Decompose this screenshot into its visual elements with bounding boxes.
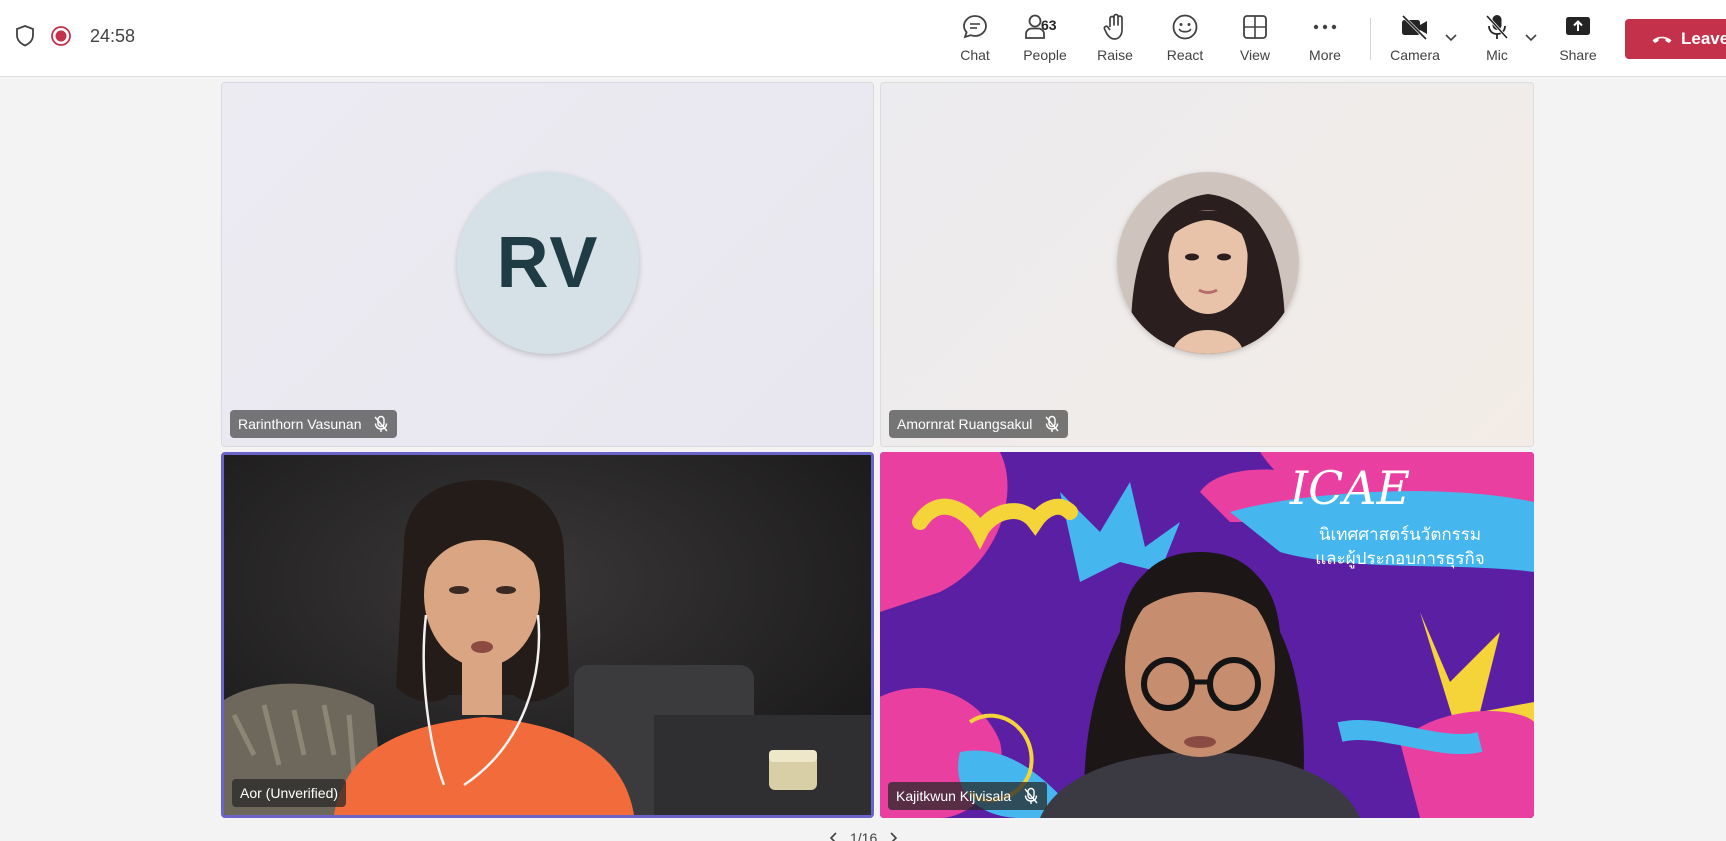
raise-hand-icon <box>1103 13 1123 40</box>
more-label: More <box>1309 47 1341 63</box>
chevron-left-icon[interactable] <box>828 831 840 841</box>
leave-button[interactable]: Leave <box>1625 19 1726 59</box>
more-button[interactable]: More <box>1295 12 1355 68</box>
mic-muted-icon <box>1045 415 1059 432</box>
camera-label: Camera <box>1390 47 1440 63</box>
react-button[interactable]: React <box>1155 12 1215 68</box>
participant-nametag: Amornrat Ruangsakul <box>889 410 1069 438</box>
meeting-status: 24:58 <box>14 24 135 48</box>
participant-name: Aor (Unverified) <box>240 785 339 801</box>
participant-video <box>224 455 871 815</box>
recording-icon <box>50 25 72 47</box>
participant-nametag: Aor (Unverified) <box>232 779 347 807</box>
phone-hangup-icon <box>1652 36 1672 43</box>
grid-view-icon <box>1243 15 1267 39</box>
participant-tile-amornrat[interactable]: Amornrat Ruangsakul <box>880 82 1534 447</box>
view-label: View <box>1239 47 1271 63</box>
participant-tile-kajitkwun[interactable]: ICAE นิเทศศาสตร์นวัตกรรม และผู้ประกอบการ… <box>880 452 1534 818</box>
background-brand: ICAE <box>1289 461 1410 515</box>
chat-label: Chat <box>960 47 990 63</box>
camera-options-chevron-icon[interactable] <box>1443 32 1459 44</box>
mic-muted-icon <box>374 415 389 432</box>
mic-label: Mic <box>1486 47 1508 63</box>
share-screen-icon <box>1566 17 1590 35</box>
mic-button[interactable]: Mic <box>1467 12 1527 68</box>
toolbar-divider <box>1370 18 1371 60</box>
leave-label: Leave <box>1681 29 1726 48</box>
participant-nametag: Rarinthorn Vasunan <box>230 410 398 438</box>
meeting-toolbar: 24:58 Chat 63 People Raise React View Mo… <box>0 0 1726 77</box>
avatar: RV <box>457 172 639 354</box>
share-button[interactable]: Share <box>1548 12 1608 68</box>
chat-button[interactable]: Chat <box>945 12 1005 68</box>
participant-name: Kajitkwun Kijvisala <box>896 788 1012 804</box>
mic-options-chevron-icon[interactable] <box>1523 32 1539 44</box>
mic-muted-icon <box>1024 787 1038 804</box>
camera-off-icon <box>1401 14 1428 40</box>
participant-nametag: Kajitkwun Kijvisala <box>888 782 1048 810</box>
avatar-initials: RV <box>496 223 600 303</box>
mic-off-icon <box>1485 14 1509 40</box>
gallery-pager: 1/16 <box>828 830 899 841</box>
react-label: React <box>1166 47 1204 63</box>
participant-video: ICAE นิเทศศาสตร์นวัตกรรม และผู้ประกอบการ… <box>880 452 1534 818</box>
pager-label: 1/16 <box>850 830 878 841</box>
more-icon <box>1313 24 1337 30</box>
smiley-icon <box>1172 14 1198 40</box>
people-label: People <box>1023 47 1067 63</box>
participant-tile-aor-active-speaker[interactable]: Aor (Unverified) <box>221 452 874 818</box>
shield-icon[interactable] <box>14 24 36 48</box>
chat-icon <box>963 15 987 39</box>
participant-name: Amornrat Ruangsakul <box>897 416 1033 432</box>
people-button[interactable]: 63 People <box>1015 12 1075 68</box>
raise-hand-button[interactable]: Raise <box>1085 12 1145 68</box>
view-button[interactable]: View <box>1225 12 1285 68</box>
background-line1: นิเทศศาสตร์นวัตกรรม <box>1319 525 1481 545</box>
camera-button[interactable]: Camera <box>1385 12 1445 68</box>
participant-name: Rarinthorn Vasunan <box>238 416 362 432</box>
avatar-photo <box>1117 172 1299 354</box>
meeting-timer: 24:58 <box>90 25 136 46</box>
raise-label: Raise <box>1097 47 1133 63</box>
background-line2: และผู้ประกอบการธุรกิจ <box>1315 549 1485 569</box>
people-count: 63 <box>1041 17 1057 33</box>
participant-tile-rarinthorn[interactable]: RV Rarinthorn Vasunan <box>221 82 874 447</box>
share-label: Share <box>1559 47 1597 63</box>
chevron-right-icon[interactable] <box>887 831 899 841</box>
